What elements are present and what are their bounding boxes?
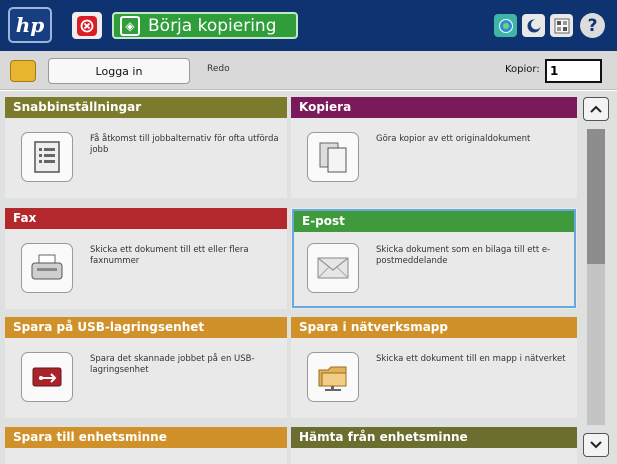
chevron-up-icon (590, 105, 602, 113)
start-copy-button[interactable]: ◈ Börja kopiering (112, 12, 298, 39)
tile-title: Spara på USB-lagringsenhet (5, 317, 287, 338)
tile-email[interactable]: E-post Skicka dokument som en bilaga til… (291, 208, 577, 309)
tile-title: Hämta från enhetsminne (291, 427, 577, 448)
start-icon: ◈ (120, 15, 140, 36)
status-text: Redo (207, 64, 230, 74)
scroll-down-button[interactable] (583, 433, 609, 457)
quick-sets-icon (21, 132, 73, 182)
copies-label: Kopior: (505, 64, 540, 75)
tile-desc: Skicka ett dokument till en mapp i nätve… (376, 354, 566, 364)
login-button[interactable]: Logga in (48, 58, 190, 84)
tile-copy[interactable]: Kopiera Göra kopior av ett originaldokum… (291, 97, 577, 198)
usb-storage-icon (21, 352, 73, 402)
hp-logo-text: hp (15, 13, 45, 37)
tile-title: Snabbinställningar (5, 97, 287, 118)
home-icon[interactable] (10, 60, 36, 82)
tile-desc: Göra kopior av ett originaldokument (376, 134, 531, 144)
help-icon[interactable]: ? (580, 13, 605, 38)
scrollbar[interactable] (583, 97, 609, 459)
stop-icon (77, 15, 97, 36)
tile-quick-sets[interactable]: Snabbinställningar Få åtkomst till jobba… (5, 97, 287, 198)
chevron-down-icon (590, 441, 602, 449)
tile-retrieve-device-memory[interactable]: Hämta från enhetsminne (291, 427, 577, 464)
start-copy-label: Börja kopiering (148, 15, 277, 36)
status-bar: Logga in Redo Kopior: 1 (0, 51, 617, 90)
scroll-up-button[interactable] (583, 97, 609, 121)
copy-icon (307, 132, 359, 182)
copies-value: 1 (550, 64, 559, 78)
tile-save-network-folder[interactable]: Spara i nätverksmapp Skicka ett dokument… (291, 317, 577, 418)
tile-fax[interactable]: Fax Skicka ett dokument till ett eller f… (5, 208, 287, 309)
scroll-track[interactable] (587, 129, 605, 425)
top-bar: hp ◈ Börja kopiering ? (0, 0, 617, 51)
main-area: Snabbinställningar Få åtkomst till jobba… (0, 91, 617, 464)
tile-title: E-post (294, 211, 574, 232)
help-glyph: ? (587, 15, 598, 36)
language-icon[interactable] (550, 14, 573, 37)
copies-field[interactable]: 1 (545, 59, 602, 83)
tile-save-usb[interactable]: Spara på USB-lagringsenhet Spara det ska… (5, 317, 287, 418)
tile-desc: Spara det skannade jobbet på en USB-lagr… (90, 354, 255, 375)
email-icon (307, 243, 359, 293)
tile-desc: Skicka ett dokument till ett eller flera… (90, 245, 249, 266)
fax-icon (21, 243, 73, 293)
tile-desc: Skicka dokument som en bilaga till ett e… (376, 245, 551, 266)
tile-title: Spara till enhetsminne (5, 427, 287, 448)
tile-title: Kopiera (291, 97, 577, 118)
hp-logo: hp (8, 7, 52, 43)
network-icon[interactable] (494, 14, 517, 37)
tile-title: Spara i nätverksmapp (291, 317, 577, 338)
login-label: Logga in (95, 64, 143, 78)
tile-save-device-memory[interactable]: Spara till enhetsminne (5, 427, 287, 464)
tile-title: Fax (5, 208, 287, 229)
sleep-icon[interactable] (522, 14, 545, 37)
scroll-thumb[interactable] (587, 129, 605, 264)
network-folder-icon (307, 352, 359, 402)
tile-desc: Få åtkomst till jobbalternativ för ofta … (90, 134, 279, 155)
stop-button[interactable] (72, 12, 102, 39)
